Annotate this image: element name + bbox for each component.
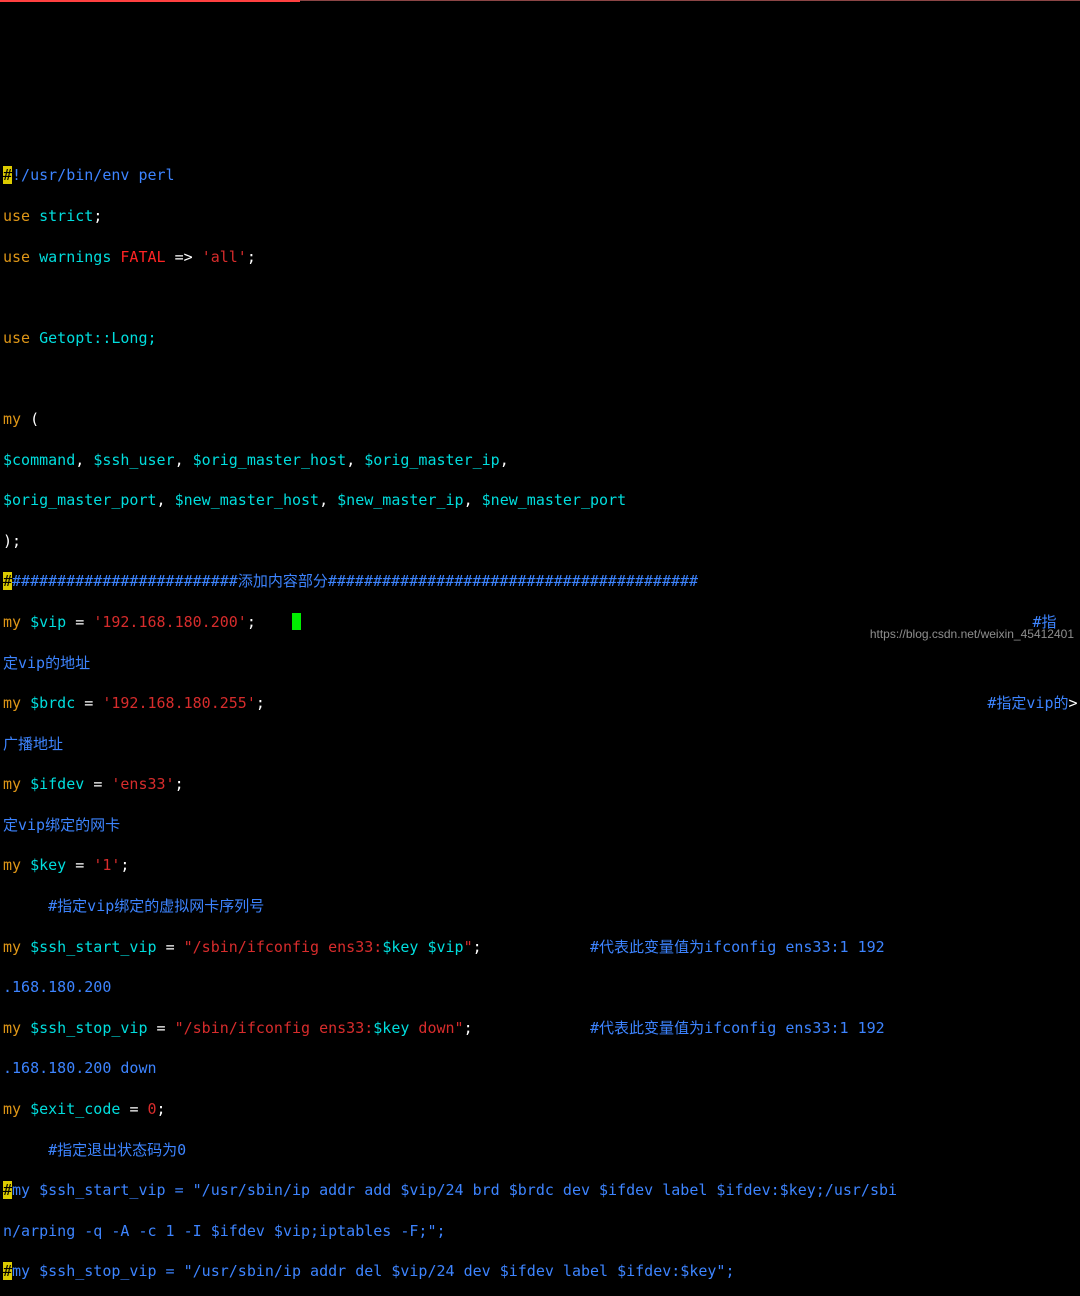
- code-line: use Getopt::Long;: [3, 328, 1080, 348]
- comment-wrap: 定vip的地址: [3, 654, 90, 672]
- code-line: my $ssh_start_vip = "/sbin/ifconfig ens3…: [3, 937, 1080, 957]
- comment-wrap: n/arping -q -A -c 1 -I $ifdev $vip;iptab…: [3, 1222, 446, 1240]
- comment: #指定vip的: [987, 694, 1068, 712]
- code-line: my $ssh_stop_vip = "/sbin/ifconfig ens33…: [3, 1018, 1080, 1038]
- shebang-hash: #: [3, 166, 12, 184]
- code-line: #!/usr/bin/env perl: [3, 165, 1080, 185]
- code-line: .168.180.200: [3, 977, 1080, 997]
- blank-line: [3, 368, 1080, 388]
- comment-wrap: .168.180.200: [3, 978, 111, 996]
- code-line: 广播地址: [3, 734, 1080, 754]
- code-line: my $key = '1';: [3, 855, 1080, 875]
- comment-wrap: 定vip绑定的网卡: [3, 816, 120, 834]
- shebang-text: !/usr/bin/env perl: [12, 166, 175, 184]
- code-line: .168.180.200 down: [3, 1058, 1080, 1078]
- comment: #代表此变量值为ifconfig ens33:1 192: [590, 1019, 885, 1037]
- code-line: 定vip的地址: [3, 653, 1080, 673]
- code-line: my $ifdev = 'ens33'; #指: [3, 774, 1080, 794]
- code-line: #my $ssh_start_vip = "/usr/sbin/ip addr …: [3, 1180, 1080, 1200]
- code-line: use strict;: [3, 206, 1080, 226]
- code-line: n/arping -q -A -c 1 -I $ifdev $vip;iptab…: [3, 1221, 1080, 1241]
- comment-hash: #: [3, 1262, 12, 1280]
- code-line: ##########################添加内容部分########…: [3, 571, 1080, 591]
- blank-line: [3, 287, 1080, 307]
- code-line: );: [3, 531, 1080, 551]
- text-cursor: [292, 613, 301, 630]
- comment: #指定退出状态码为0: [3, 1141, 186, 1159]
- code-editor[interactable]: #!/usr/bin/env perl use strict; use warn…: [0, 142, 1080, 1296]
- comment-hash: #: [3, 572, 12, 590]
- code-line: #my $ssh_stop_vip = "/usr/sbin/ip addr d…: [3, 1261, 1080, 1281]
- comment: #指定vip绑定的虚拟网卡序列号: [3, 897, 264, 915]
- code-line: my (: [3, 409, 1080, 429]
- comment-wrap: .168.180.200 down: [3, 1059, 157, 1077]
- window-border-top-accent: [0, 0, 300, 2]
- code-line: 定vip绑定的网卡: [3, 815, 1080, 835]
- code-line: #指定退出状态码为0: [3, 1140, 1080, 1160]
- comment-hash: #: [3, 1181, 12, 1199]
- comment-wrap: 广播地址: [3, 735, 63, 753]
- code-line: my $brdc = '192.168.180.255'; #指定vip的>: [3, 693, 1080, 713]
- code-line: $command, $ssh_user, $orig_master_host, …: [3, 450, 1080, 470]
- watermark-text: https://blog.csdn.net/weixin_45412401: [870, 624, 1074, 644]
- code-line: $orig_master_port, $new_master_host, $ne…: [3, 490, 1080, 510]
- comment: #代表此变量值为ifconfig ens33:1 192: [590, 938, 885, 956]
- code-line: my $exit_code = 0;: [3, 1099, 1080, 1119]
- code-line: use warnings FATAL => 'all';: [3, 247, 1080, 267]
- wrap-indicator: >: [1069, 694, 1078, 712]
- code-line: #指定vip绑定的虚拟网卡序列号: [3, 896, 1080, 916]
- comment: my $ssh_stop_vip = "/usr/sbin/ip addr de…: [12, 1262, 734, 1280]
- comment: my $ssh_start_vip = "/usr/sbin/ip addr a…: [12, 1181, 897, 1199]
